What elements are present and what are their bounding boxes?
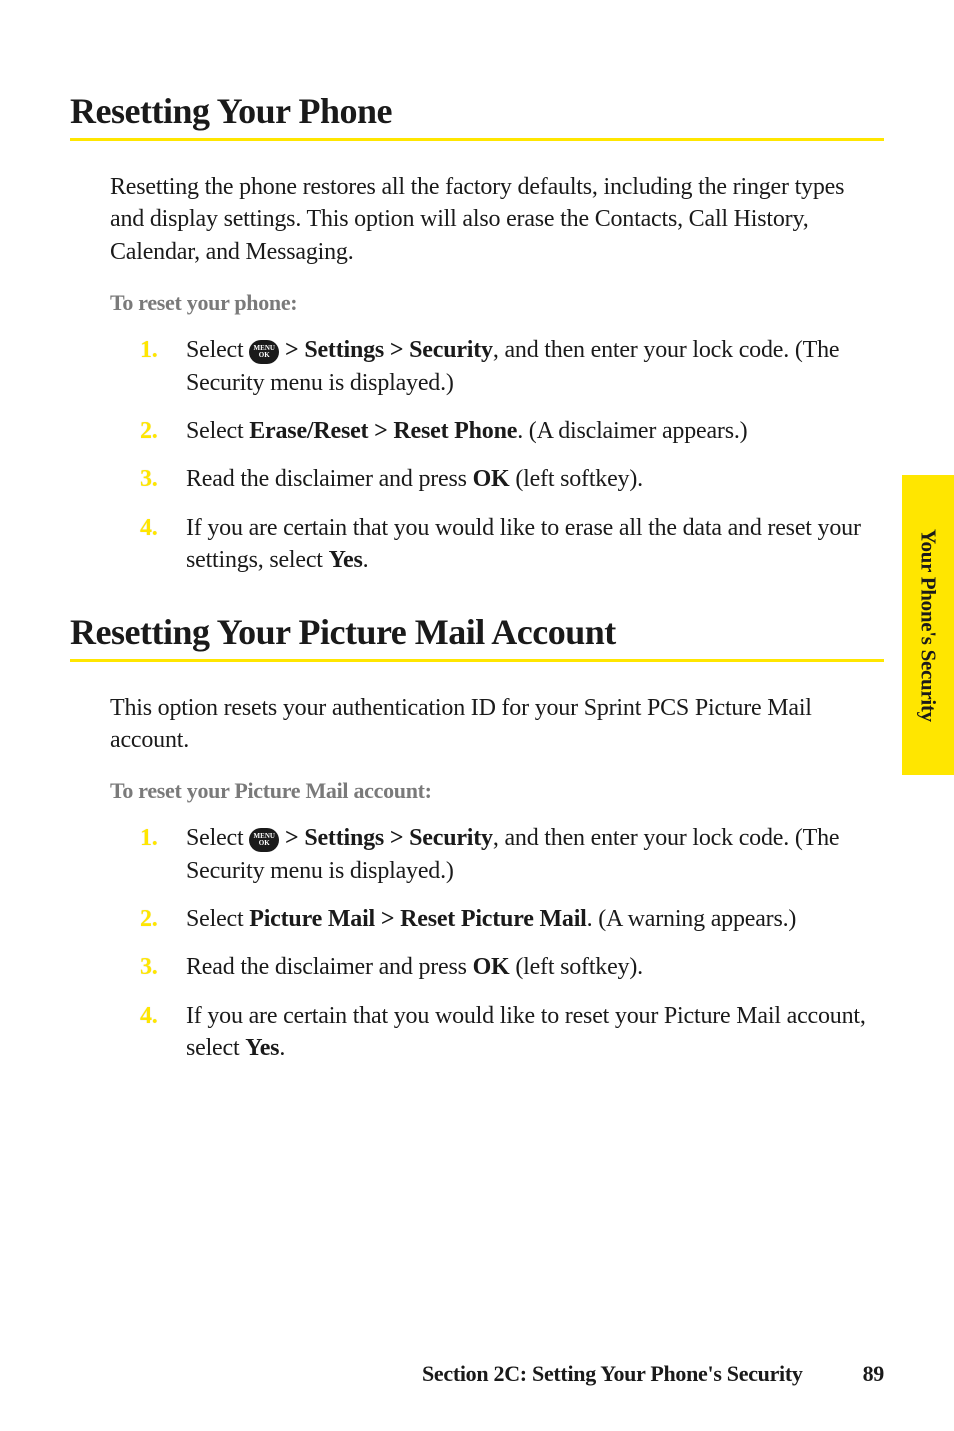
step: 2. Select Erase/Reset > Reset Phone. (A …: [140, 415, 874, 447]
step-text: .: [279, 1035, 285, 1061]
step: 2. Select Picture Mail > Reset Picture M…: [140, 903, 874, 935]
step-text: Select: [186, 337, 249, 363]
step-body: Read the disclaimer and press OK (left s…: [186, 463, 874, 495]
step-bold: > Settings > Security: [279, 337, 493, 363]
step-body: Select MENUOK > Settings > Security, and…: [186, 334, 874, 399]
step-text: . (A disclaimer appears.): [517, 418, 747, 444]
footer-page-number: 89: [863, 1361, 884, 1387]
step-bold: Yes: [245, 1035, 279, 1061]
menu-ok-icon: MENUOK: [249, 340, 279, 364]
heading-rule: [70, 138, 884, 141]
step-number: 4.: [140, 512, 186, 577]
footer-section-title: Section 2C: Setting Your Phone's Securit…: [422, 1361, 803, 1387]
step-number: 1.: [140, 822, 186, 887]
step-text: Select: [186, 418, 249, 444]
step-body: Read the disclaimer and press OK (left s…: [186, 951, 874, 983]
step: 4. If you are certain that you would lik…: [140, 512, 874, 577]
step-bold: OK: [473, 466, 510, 492]
step: 3. Read the disclaimer and press OK (lef…: [140, 463, 874, 495]
step-text: (left softkey).: [510, 954, 643, 980]
step-text: If you are certain that you would like t…: [186, 1003, 866, 1061]
page-footer: Section 2C: Setting Your Phone's Securit…: [0, 1361, 954, 1387]
step-number: 3.: [140, 951, 186, 983]
step-number: 1.: [140, 334, 186, 399]
subheading-reset-picturemail: To reset your Picture Mail account:: [110, 778, 884, 804]
step-body: Select Erase/Reset > Reset Phone. (A dis…: [186, 415, 874, 447]
step-body: Select Picture Mail > Reset Picture Mail…: [186, 903, 874, 935]
step: 1. Select MENUOK > Settings > Security, …: [140, 822, 874, 887]
steps-reset-picturemail: 1. Select MENUOK > Settings > Security, …: [140, 822, 874, 1064]
step-bold: Picture Mail > Reset Picture Mail: [249, 906, 586, 932]
step-bold: Yes: [329, 547, 363, 573]
heading-reset-picturemail: Resetting Your Picture Mail Account: [70, 611, 884, 653]
menu-ok-icon: MENUOK: [249, 828, 279, 852]
step: 3. Read the disclaimer and press OK (lef…: [140, 951, 874, 983]
step-bold: > Settings > Security: [279, 825, 493, 851]
icon-bot: OK: [259, 352, 270, 358]
step-text: (left softkey).: [510, 466, 643, 492]
step-text: Select: [186, 825, 249, 851]
intro-reset-picturemail: This option resets your authentication I…: [110, 692, 874, 757]
subheading-reset-phone: To reset your phone:: [110, 290, 884, 316]
step-body: Select MENUOK > Settings > Security, and…: [186, 822, 874, 887]
step-number: 4.: [140, 1000, 186, 1065]
step-text: Read the disclaimer and press: [186, 466, 473, 492]
step-number: 2.: [140, 903, 186, 935]
step-bold: OK: [473, 954, 510, 980]
step: 1. Select MENUOK > Settings > Security, …: [140, 334, 874, 399]
step-body: If you are certain that you would like t…: [186, 512, 874, 577]
steps-reset-phone: 1. Select MENUOK > Settings > Security, …: [140, 334, 874, 576]
step-text: Read the disclaimer and press: [186, 954, 473, 980]
heading-rule: [70, 659, 884, 662]
step-bold: Erase/Reset > Reset Phone: [249, 418, 517, 444]
step-number: 3.: [140, 463, 186, 495]
step-text: If you are certain that you would like t…: [186, 515, 861, 573]
step-text: Select: [186, 906, 249, 932]
step-text: .: [363, 547, 369, 573]
step: 4. If you are certain that you would lik…: [140, 1000, 874, 1065]
step-number: 2.: [140, 415, 186, 447]
page-content: Resetting Your Phone Resetting the phone…: [0, 0, 954, 1065]
intro-reset-phone: Resetting the phone restores all the fac…: [110, 171, 874, 268]
heading-reset-phone: Resetting Your Phone: [70, 90, 884, 132]
icon-bot: OK: [259, 840, 270, 846]
step-body: If you are certain that you would like t…: [186, 1000, 874, 1065]
step-text: . (A warning appears.): [587, 906, 797, 932]
